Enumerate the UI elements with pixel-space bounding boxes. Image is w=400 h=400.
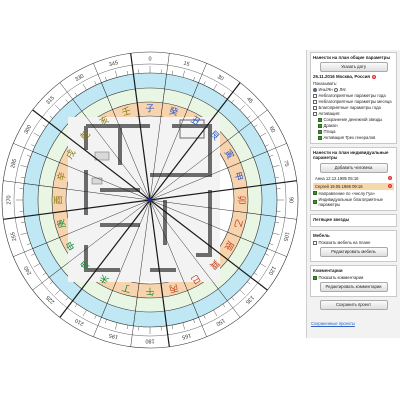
activation-option-checkbox[interactable] xyxy=(318,129,322,134)
activation-option-row[interactable]: Сохранение денежной звезды xyxy=(318,117,394,122)
show-comments-label: Показать комментарии xyxy=(318,275,364,281)
individual-option-checkbox[interactable] xyxy=(313,191,317,196)
common-options-list: Неблагоприятные параметры года Неблагопри… xyxy=(313,93,394,116)
people-list: Анна 12.12.1985 05:16 × Сергей 19.05.1986 … xyxy=(313,174,394,190)
common-option-row[interactable]: Неблагоприятные параметры месяца xyxy=(313,99,394,104)
individual-params-title: Нанести на план индивидуальные параметры xyxy=(313,150,389,161)
individual-option-row[interactable]: Направление по «числу Гуа» xyxy=(313,191,394,196)
common-option-label: Неблагоприятные параметры месяца xyxy=(318,99,392,105)
degree-label: 180 xyxy=(145,338,154,344)
common-option-checkbox[interactable] xyxy=(313,93,317,98)
settings-panel: Нанести на план общие параметры Указать … xyxy=(306,50,400,338)
mountain-label: 卯 xyxy=(236,195,247,204)
add-person-button[interactable]: Добавить человека xyxy=(319,162,388,173)
period-option-label: Ляг xyxy=(339,87,347,93)
date-entry: 26.11.2016 Москва, Россия × xyxy=(313,74,394,79)
flying-stars-section: Летящие звезды xyxy=(310,213,397,227)
common-option-label: Благоприятные параметры года xyxy=(318,105,381,111)
activation-option-checkbox[interactable] xyxy=(318,117,322,122)
activation-option-label: Сохранение денежной звезды xyxy=(323,117,383,123)
common-option-label: Активация: xyxy=(318,111,341,117)
period-radio-label: Инь/Ян xyxy=(318,87,333,93)
save-project-button[interactable]: Сохранить проект xyxy=(319,300,388,311)
period-radio-row[interactable]: Инь/Ян Ляг xyxy=(313,87,394,92)
person-entry[interactable]: Анна 12.12.1985 05:16 × xyxy=(313,174,394,182)
individual-option-checkbox[interactable] xyxy=(313,199,317,204)
common-option-row[interactable]: Активация: xyxy=(313,111,394,116)
activation-option-label: Активация Трех генералов xyxy=(323,135,376,141)
furniture-title: Мебель xyxy=(313,232,330,238)
activation-option-label: Дракон xyxy=(323,123,338,129)
activation-option-checkbox[interactable] xyxy=(318,123,322,128)
common-option-row[interactable]: Благоприятные параметры года xyxy=(313,105,394,110)
floor-plan xyxy=(68,117,220,282)
delete-person-icon[interactable]: × xyxy=(388,184,392,189)
individual-params-section: Нанести на план индивидуальные параметры… xyxy=(310,147,397,211)
saved-projects-link[interactable]: Сохраненные проекты xyxy=(311,321,355,326)
comments-title: Комментарии xyxy=(313,268,343,274)
individual-option-label: Индивидуальные благоприятные параметры xyxy=(318,196,383,207)
show-furniture-checkbox[interactable] xyxy=(313,240,317,245)
activation-list: Сохранение денежной звезды Дракон Птица Акт… xyxy=(318,117,394,140)
comments-section: Комментарии Показать комментарии Редакти… xyxy=(310,265,397,298)
common-option-checkbox[interactable] xyxy=(313,111,317,116)
person-entry[interactable]: Сергей 19.05.1986 09:16 × xyxy=(313,182,394,190)
delete-person-icon[interactable]: × xyxy=(388,176,392,181)
plan-background xyxy=(68,117,220,282)
activation-option-label: Птица xyxy=(323,129,336,135)
show-comments-checkbox[interactable] xyxy=(313,275,317,280)
common-option-label: Неблагоприятные параметры года xyxy=(318,93,386,99)
degree-label: 270 xyxy=(6,195,12,204)
center-point xyxy=(147,197,153,203)
show-comments-row[interactable]: Показать комментарии xyxy=(313,275,394,280)
date-text: 26.11.2016 Москва, Россия xyxy=(313,74,370,80)
mountain-label: 子 xyxy=(145,104,154,115)
common-option-checkbox[interactable] xyxy=(313,105,317,110)
activation-option-row[interactable]: Птица xyxy=(318,129,394,134)
common-option-checkbox[interactable] xyxy=(313,99,317,104)
degree-label: 0 xyxy=(148,56,151,62)
furniture-section: Мебель Показать мебель на плане Редактир… xyxy=(310,229,397,263)
show-furniture-label: Показать мебель на плане xyxy=(318,240,371,246)
radio-button[interactable] xyxy=(334,87,339,92)
common-params-section: Нанести на план общие параметры Указать … xyxy=(310,52,397,145)
mountain-label: 酉 xyxy=(54,195,65,204)
common-params-title: Нанести на план общие параметры xyxy=(313,55,391,60)
add-date-button[interactable]: Указать дату xyxy=(319,62,388,73)
activation-option-row[interactable]: Активация Трех генералов xyxy=(318,135,394,140)
degree-label: 90 xyxy=(288,197,294,203)
activation-option-checkbox[interactable] xyxy=(318,135,322,140)
delete-date-icon[interactable]: × xyxy=(371,74,376,79)
mountain-label: 午 xyxy=(145,286,154,298)
plan-fixture xyxy=(91,177,103,185)
show-label: Показывать: xyxy=(313,81,338,87)
individual-options-list: Направление по «числу Гуа» Индивидуальные… xyxy=(313,191,394,207)
flying-stars-title: Летящие звезды xyxy=(313,216,350,222)
person-label: Анна 12.12.1985 05:16 xyxy=(315,175,359,181)
show-furniture-row[interactable]: Показать мебель на плане xyxy=(313,240,394,245)
common-option-row[interactable]: Неблагоприятные параметры года xyxy=(313,93,394,98)
edit-comments-button[interactable]: Редактировать комментарии xyxy=(319,282,388,293)
edit-furniture-button[interactable]: Редактировать мебель xyxy=(319,247,388,258)
individual-option-row[interactable]: Индивидуальные благоприятные параметры xyxy=(313,197,394,207)
activation-option-row[interactable]: Дракон xyxy=(318,123,394,128)
individual-option-label: Направление по «числу Гуа» xyxy=(318,190,375,196)
compass-chart: 0153045607590105120135150165180195210225… xyxy=(1,51,299,349)
radio-button[interactable] xyxy=(313,87,317,92)
person-label: Сергей 19.05.1986 09:16 xyxy=(315,183,363,189)
